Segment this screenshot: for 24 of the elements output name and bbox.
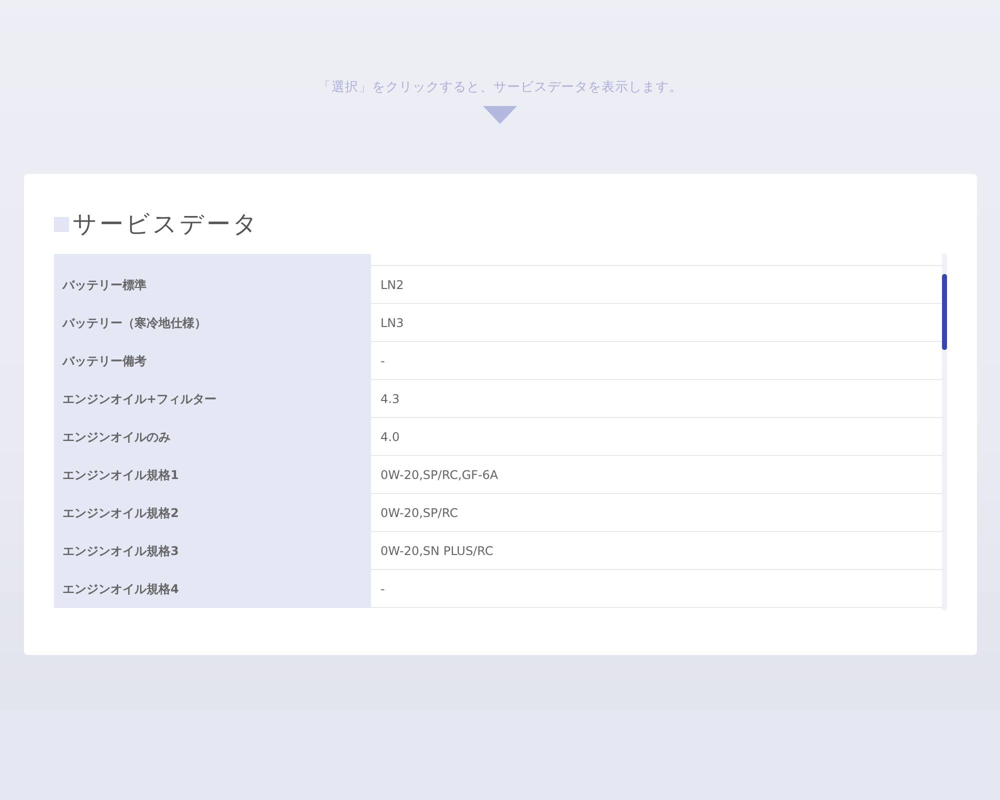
row-label: エンジンオイル規格2 [54,494,370,532]
row-label: エンジンオイルのみ [54,418,370,456]
row-label: エンジンオイル規格1 [54,456,370,494]
row-label: エンジンオイル規格3 [54,532,370,570]
row-value: - [370,342,942,380]
row-value: LN3 [370,304,942,342]
row-label: バッテリー標準 [54,266,370,304]
row-label: エンジンオイル+フィルター [54,380,370,418]
row-value: - [370,570,942,608]
section-title: サービスデータ [72,209,260,240]
row-value: 0W-20,SP/RC,GF-6A [370,456,942,494]
instruction-text: 「選択」をクリックすると、サービスデータを表示します。 [318,79,682,96]
row-value: 0W-20,SP/RC [370,494,942,532]
title-square-icon [54,216,68,232]
scrollbar[interactable] [942,254,946,610]
row-value: LN2 [370,266,942,304]
row-label: エンジンオイル規格4 [54,570,370,608]
row-label: バッテリー（寒冷地仕様） [54,304,370,342]
scrollbar-thumb[interactable] [942,274,946,350]
row-value: 0W-20,SN PLUS/RC [370,532,942,570]
row-value: 4.3 [370,380,942,418]
down-triangle-icon [483,106,517,124]
row-value: 4.0 [370,418,942,456]
row-label: バッテリー備考 [54,342,370,380]
